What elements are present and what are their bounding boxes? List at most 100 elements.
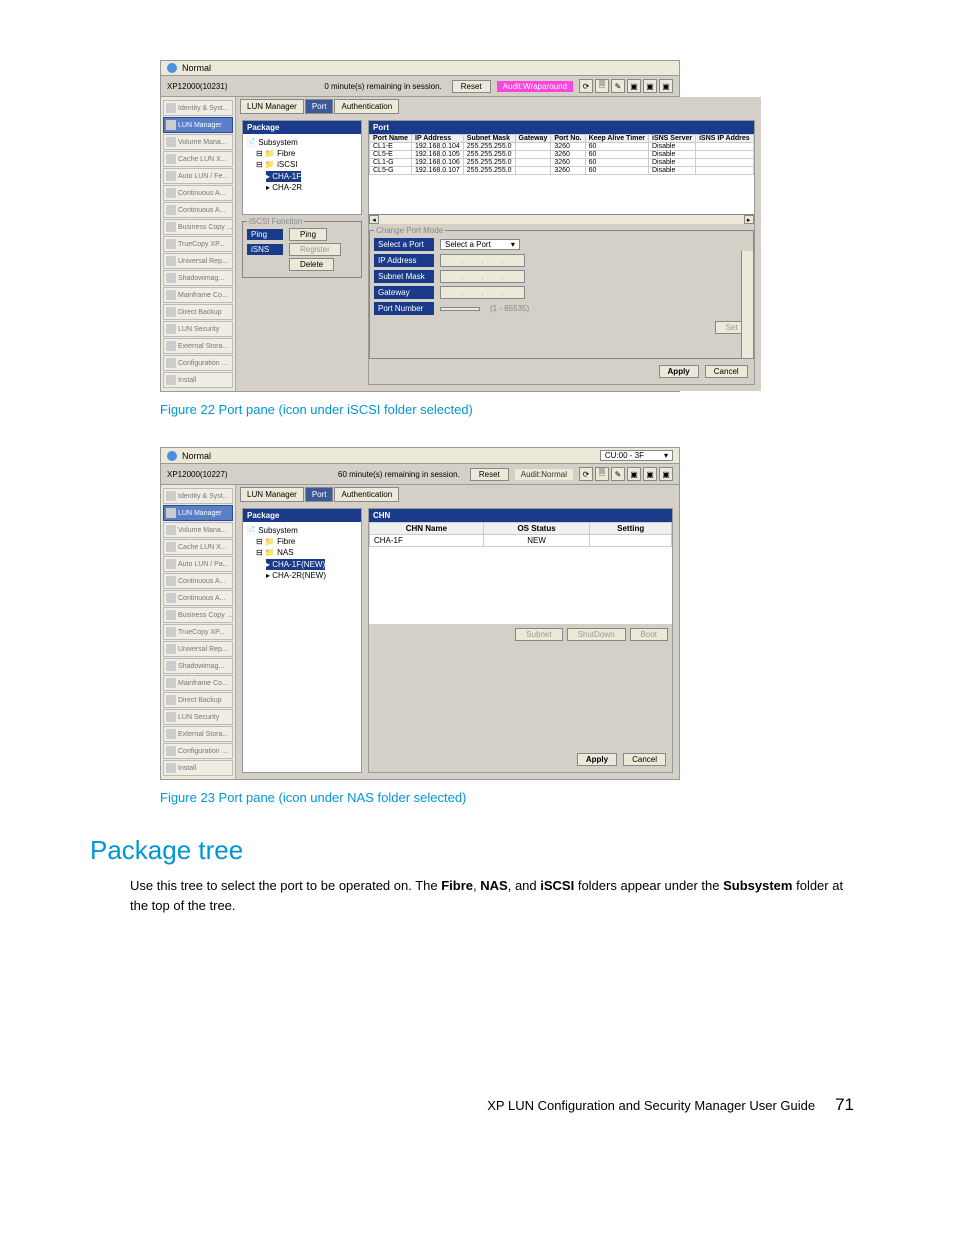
col-isnsip[interactable]: iSNS IP Addres [696, 135, 754, 143]
sidebar-item[interactable]: Install [163, 760, 233, 776]
tool-icon-5[interactable]: ▣ [643, 79, 657, 93]
table-row[interactable]: CHA-1F NEW [370, 535, 672, 547]
sidebar-item[interactable]: LUN Security [163, 321, 233, 337]
sidebar-item[interactable]: Auto LUN / Fe... [163, 168, 233, 184]
tool-icon-2[interactable]: 🗏 [595, 79, 609, 93]
col-gateway[interactable]: Gateway [515, 135, 551, 143]
tool-icon-3[interactable]: ✎ [611, 467, 625, 481]
package-tree[interactable]: 📄 Subsystem ⊟ 📁 Fibre ⊟ 📁 NAS ▸ CHA-1F(N… [243, 522, 361, 772]
sidebar-item[interactable]: Continuous A... [163, 573, 233, 589]
sidebar-item[interactable]: Auto LUN / Pa... [163, 556, 233, 572]
tree-cha1f[interactable]: ▸ CHA-1F(NEW) [266, 559, 325, 570]
table-row[interactable]: CL1-E192.168.0.104255.255.255.0326060Dis… [370, 143, 754, 151]
tab-lun-manager[interactable]: LUN Manager [240, 99, 304, 114]
tool-icon-4[interactable]: ▣ [627, 467, 641, 481]
tool-icon-5[interactable]: ▣ [643, 467, 657, 481]
tree-subsystem[interactable]: 📄 Subsystem [246, 137, 358, 148]
subnet-input[interactable]: ... [440, 270, 525, 283]
sidebar-item[interactable]: TrueCopy XP... [163, 624, 233, 640]
col-portno[interactable]: Port No. [551, 135, 585, 143]
sidebar-item[interactable]: Direct Backup [163, 304, 233, 320]
ping-button[interactable]: Ping [289, 228, 327, 241]
table-row[interactable]: CL5-G192.168.0.107255.255.255.0326060Dis… [370, 167, 754, 175]
sidebar-item[interactable]: Shadowimag... [163, 270, 233, 286]
sidebar-item[interactable]: External Stora... [163, 338, 233, 354]
select-port-dropdown[interactable]: Select a Port▾ [440, 239, 520, 250]
sidebar-item[interactable]: Universal Rep... [163, 641, 233, 657]
sidebar-item[interactable]: Universal Rep... [163, 253, 233, 269]
cu-dropdown[interactable]: CU:00 - 3F▾ [600, 450, 673, 461]
tool-icon-6[interactable]: ▣ [659, 467, 673, 481]
delete-button[interactable]: Delete [289, 258, 334, 271]
tool-icon-6[interactable]: ▣ [659, 79, 673, 93]
tool-icon-3[interactable]: ✎ [611, 79, 625, 93]
boot-button[interactable]: Boot [630, 628, 668, 641]
sidebar-item[interactable]: Identity & Syst... [163, 488, 233, 504]
col-chnname[interactable]: CHN Name [370, 523, 484, 535]
chn-table[interactable]: CHN Name OS Status Setting CHA-1F NEW [369, 522, 672, 547]
sidebar-item[interactable]: Continuous A... [163, 202, 233, 218]
sidebar-item[interactable]: Mainframe Co... [163, 287, 233, 303]
col-subnet[interactable]: Subnet Mask [463, 135, 515, 143]
tab-authentication[interactable]: Authentication [334, 487, 399, 502]
sidebar-item[interactable]: Volume Mana... [163, 522, 233, 538]
col-ip[interactable]: IP Address [412, 135, 464, 143]
v-scrollbar[interactable] [741, 251, 753, 358]
sidebar-item[interactable]: Business Copy ... [163, 219, 233, 235]
reset-button[interactable]: Reset [452, 80, 491, 93]
cancel-button[interactable]: Cancel [623, 753, 666, 766]
tool-icon-2[interactable]: 🗏 [595, 467, 609, 481]
tree-iscsi[interactable]: ⊟ 📁 iSCSI [246, 159, 358, 170]
tool-icon-1[interactable]: ⟳ [579, 79, 593, 93]
reset-button[interactable]: Reset [470, 468, 509, 481]
package-tree[interactable]: 📄 Subsystem ⊟ 📁 Fibre ⊟ 📁 iSCSI ▸ CHA-1F… [243, 134, 361, 214]
tree-nas[interactable]: ⊟ 📁 NAS [246, 547, 358, 558]
sidebar-item[interactable]: Mainframe Co... [163, 675, 233, 691]
tab-authentication[interactable]: Authentication [334, 99, 399, 114]
sidebar-item[interactable]: Identity & Syst... [163, 100, 233, 116]
shutdown-button[interactable]: ShutDown [567, 628, 626, 641]
tool-icon-1[interactable]: ⟳ [579, 467, 593, 481]
sidebar-item[interactable]: Direct Backup [163, 692, 233, 708]
register-button[interactable]: Register [289, 243, 341, 256]
ip-input[interactable]: ... [440, 254, 525, 267]
sidebar-item[interactable]: TrueCopy XP... [163, 236, 233, 252]
port-table[interactable]: Port Name IP Address Subnet Mask Gateway… [369, 134, 754, 175]
tool-icon-4[interactable]: ▣ [627, 79, 641, 93]
sidebar-item[interactable]: Cache LUN X... [163, 151, 233, 167]
tree-cha2r[interactable]: ▸ CHA-2R(NEW) [246, 570, 358, 581]
tree-fibre[interactable]: ⊟ 📁 Fibre [246, 536, 358, 547]
sidebar-item-lun-manager[interactable]: LUN Manager [163, 117, 233, 133]
col-isns[interactable]: iSNS Server [649, 135, 696, 143]
tree-subsystem[interactable]: 📄 Subsystem [246, 525, 358, 536]
apply-button[interactable]: Apply [577, 753, 617, 766]
sidebar-item[interactable]: LUN Security [163, 709, 233, 725]
tree-fibre[interactable]: ⊟ 📁 Fibre [246, 148, 358, 159]
table-row[interactable]: CL1-G192.168.0.106255.255.255.0326060Dis… [370, 159, 754, 167]
subnet-button[interactable]: Subnet [515, 628, 562, 641]
h-scrollbar[interactable]: ◂▸ [369, 214, 754, 224]
sidebar-item[interactable]: Continuous A... [163, 185, 233, 201]
sidebar-item[interactable]: Configuration ... [163, 743, 233, 759]
sidebar-item[interactable]: Continuous A... [163, 590, 233, 606]
sidebar-item[interactable]: Shadowimag... [163, 658, 233, 674]
portnum-input[interactable] [440, 307, 480, 311]
table-row[interactable]: CL5-E192.168.0.105255.255.255.0326060Dis… [370, 151, 754, 159]
sidebar-item[interactable]: Volume Mana... [163, 134, 233, 150]
col-portname[interactable]: Port Name [370, 135, 412, 143]
apply-button[interactable]: Apply [659, 365, 699, 378]
sidebar-item-lun-manager[interactable]: LUN Manager [163, 505, 233, 521]
tree-cha2r[interactable]: ▸ CHA-2R [246, 182, 358, 193]
sidebar-item[interactable]: External Stora... [163, 726, 233, 742]
cancel-button[interactable]: Cancel [705, 365, 748, 378]
tab-lun-manager[interactable]: LUN Manager [240, 487, 304, 502]
col-keepalive[interactable]: Keep Alive Timer [585, 135, 648, 143]
tree-cha1f[interactable]: ▸ CHA-1F [266, 171, 301, 182]
tab-port[interactable]: Port [305, 99, 334, 114]
gateway-input[interactable]: ... [440, 286, 525, 299]
sidebar-item[interactable]: Install [163, 372, 233, 388]
col-setting[interactable]: Setting [590, 523, 672, 535]
col-osstatus[interactable]: OS Status [483, 523, 590, 535]
sidebar-item[interactable]: Configuration ... [163, 355, 233, 371]
tab-port[interactable]: Port [305, 487, 334, 502]
